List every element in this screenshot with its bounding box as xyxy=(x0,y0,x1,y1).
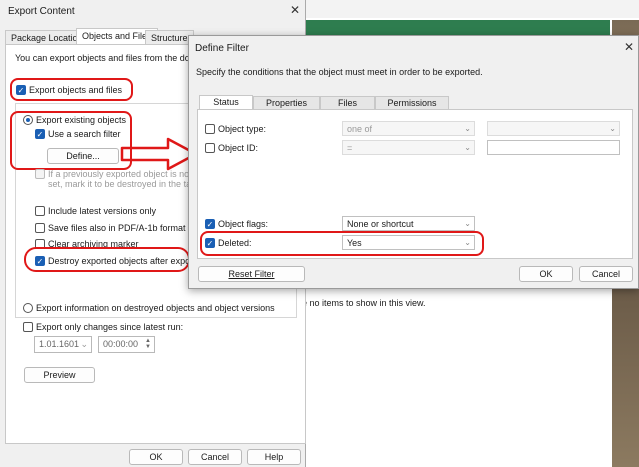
deleted-checkbox[interactable]: ✓ Deleted: xyxy=(205,237,252,248)
filter-cancel-button[interactable]: Cancel xyxy=(579,266,633,282)
object-id-operator-select[interactable]: = ⌄ xyxy=(342,140,475,155)
preview-button[interactable]: Preview xyxy=(24,367,95,383)
tab-structure[interactable]: Structure xyxy=(145,30,194,45)
object-type-checkbox[interactable]: Object type: xyxy=(205,123,266,134)
checkmark-icon: ✓ xyxy=(205,237,215,248)
checkbox-empty-icon xyxy=(35,222,45,233)
filter-dialog-close-icon[interactable]: ✕ xyxy=(624,40,634,54)
background-header-bar xyxy=(300,20,610,36)
object-id-value-input[interactable] xyxy=(487,140,620,155)
empty-list-message: e no items to show in this view. xyxy=(302,298,426,308)
radio-empty-icon xyxy=(23,302,33,313)
checkbox-empty-icon xyxy=(205,123,215,134)
checkbox-empty-icon xyxy=(205,142,215,153)
object-type-value-select[interactable]: ⌄ xyxy=(487,121,620,136)
since-date-picker[interactable]: 1.01.1601 ⌄ xyxy=(34,336,92,353)
object-id-checkbox[interactable]: Object ID: xyxy=(205,142,258,153)
save-pdfa-checkbox[interactable]: Save files also in PDF/A-1b format xyxy=(35,222,186,233)
object-type-operator-select[interactable]: one of ⌄ xyxy=(342,121,475,136)
radio-selected-icon xyxy=(23,114,33,125)
export-objects-checkbox[interactable]: ✓ Export objects and files xyxy=(16,84,122,95)
export-dialog-title: Export Content xyxy=(8,6,75,17)
filter-dialog-title: Define Filter xyxy=(195,43,249,54)
previously-exported-text-line2: set, mark it to be destroyed in the tar xyxy=(48,179,195,189)
export-existing-radio[interactable]: Export existing objects xyxy=(23,114,126,125)
chevron-down-icon: ⌄ xyxy=(464,143,471,152)
checkbox-empty-icon xyxy=(35,205,45,216)
chevron-down-icon: ⌄ xyxy=(609,124,616,133)
checkbox-disabled-icon xyxy=(35,168,45,179)
deleted-select[interactable]: Yes ⌄ xyxy=(342,235,475,250)
filter-ok-button[interactable]: OK xyxy=(519,266,573,282)
checkbox-empty-icon xyxy=(23,321,33,332)
checkmark-icon: ✓ xyxy=(205,218,215,229)
tab-status[interactable]: Status xyxy=(199,95,253,110)
export-info-destroyed-radio[interactable]: Export information on destroyed objects … xyxy=(23,302,275,313)
export-dialog-close-icon[interactable]: ✕ xyxy=(290,3,300,17)
reset-filter-button[interactable]: Reset Filter xyxy=(198,266,305,282)
checkmark-icon: ✓ xyxy=(35,128,45,139)
chevron-down-icon: ⌄ xyxy=(464,238,471,247)
checkmark-icon: ✓ xyxy=(35,255,45,266)
export-ok-button[interactable]: OK xyxy=(129,449,183,465)
tab-files[interactable]: Files xyxy=(320,96,375,110)
object-flags-select[interactable]: None or shortcut ⌄ xyxy=(342,216,475,231)
include-latest-checkbox[interactable]: Include latest versions only xyxy=(35,205,156,216)
destroy-exported-checkbox[interactable]: ✓ Destroy exported objects after export xyxy=(35,255,196,266)
since-time-stepper[interactable]: 00:00:00 ▲ ▼ xyxy=(98,336,155,353)
export-help-button[interactable]: Help xyxy=(247,449,301,465)
chevron-down-icon: ⌄ xyxy=(464,219,471,228)
tab-properties[interactable]: Properties xyxy=(253,96,320,110)
define-filter-dialog: Define Filter ✕ Specify the conditions t… xyxy=(188,35,639,289)
chevron-down-icon: ⌄ xyxy=(464,124,471,133)
previously-exported-checkbox: If a previously exported object is no lo xyxy=(35,168,199,179)
chevron-down-icon: ⌄ xyxy=(80,339,88,349)
background-titlebar xyxy=(300,0,639,18)
object-flags-checkbox[interactable]: ✓ Object flags: xyxy=(205,218,268,229)
use-search-filter-checkbox[interactable]: ✓ Use a search filter xyxy=(35,128,121,139)
export-intro-text: You can export objects and files from th… xyxy=(15,53,200,63)
export-only-changes-checkbox[interactable]: Export only changes since latest run: xyxy=(23,321,183,332)
export-cancel-button[interactable]: Cancel xyxy=(188,449,242,465)
filter-description: Specify the conditions that the object m… xyxy=(196,67,483,77)
tab-permissions[interactable]: Permissions xyxy=(375,96,449,110)
define-filter-button[interactable]: Define... xyxy=(47,148,119,164)
checkmark-icon: ✓ xyxy=(16,84,26,95)
spin-arrows-icon: ▲ ▼ xyxy=(145,338,151,350)
